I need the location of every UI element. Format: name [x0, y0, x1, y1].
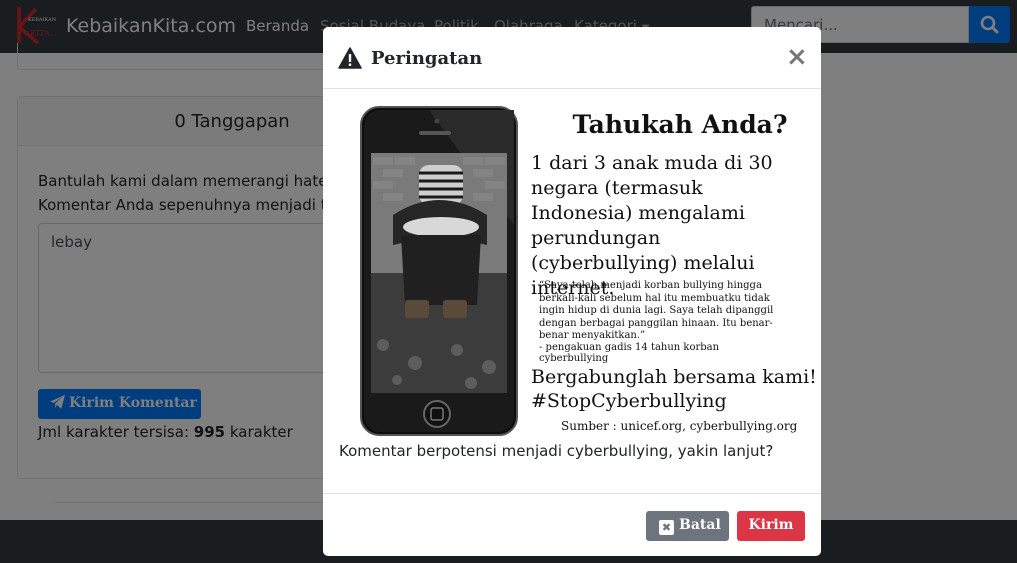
modal-header: Peringatan ×: [323, 27, 821, 89]
poster-call-to-action: Bergabunglah bersama kami!: [531, 366, 817, 388]
confirm-message: Komentar berpotensi menjadi cyberbullyin…: [339, 442, 774, 460]
close-box-icon: ✖: [659, 520, 674, 535]
poster-source: Sumber : unicef.org, cyberbullying.org: [561, 419, 798, 433]
poster-fact: 1 dari 3 anak muda di 30 negara (termasu…: [531, 152, 773, 299]
cancel-label: Batal: [679, 517, 721, 533]
warning-modal: Peringatan × Tahukah Anda? 1 dari 3 anak…: [323, 27, 821, 556]
modal-title: Peringatan: [371, 48, 483, 69]
phone-illustration: [360, 106, 518, 436]
poster-heading: Tahukah Anda?: [572, 110, 788, 139]
poster-quote: “Saya telah menjadi korban bullying hing…: [539, 280, 774, 341]
close-icon[interactable]: ×: [786, 42, 808, 72]
anti-cyberbullying-poster: Tahukah Anda? 1 dari 3 anak muda di 30 n…: [359, 105, 817, 438]
cancel-button[interactable]: ✖ Batal: [646, 511, 729, 541]
modal-footer: ✖ Batal Kirim: [323, 493, 821, 556]
submit-button[interactable]: Kirim: [737, 511, 805, 541]
warning-icon: [338, 47, 362, 69]
poster-attribution: - pengakuan gadis 14 tahun korban cyberb…: [539, 342, 720, 364]
poster-hashtag: #StopCyberbullying: [531, 390, 727, 412]
